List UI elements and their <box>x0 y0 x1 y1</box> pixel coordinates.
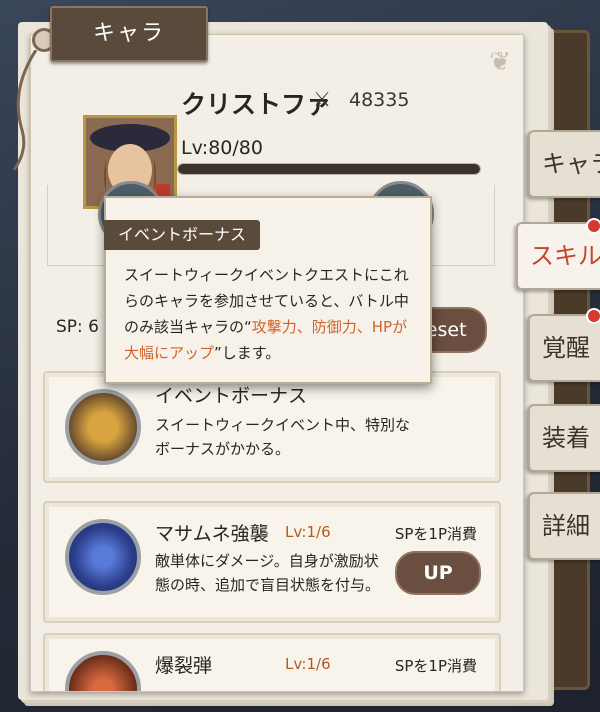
character-level: Lv:80/80 <box>181 137 263 159</box>
tab-character[interactable]: キャラ <box>528 130 600 198</box>
skill-cost: SPを1P消費 <box>394 657 477 675</box>
tab-skill-notification-icon <box>586 218 600 234</box>
skill-up-button[interactable]: UP <box>395 551 481 595</box>
tab-awaken[interactable]: 覚醒 <box>528 314 600 382</box>
tooltip-text: スイートウィークイベントクエストにこれらのキャラを参加させていると、バトル中のみ… <box>124 262 420 366</box>
treasure-chest-icon <box>65 389 141 465</box>
skill-title: イベントボーナス <box>155 385 308 407</box>
tab-awaken-notification-icon <box>586 308 600 324</box>
tab-details[interactable]: 詳細 <box>528 492 600 560</box>
explosion-icon <box>65 651 141 691</box>
level-progress-bar <box>177 163 481 175</box>
skill-title: マサムネ強襲 <box>155 523 269 545</box>
tooltip-text-after: ”します。 <box>214 344 281 362</box>
skill-points: SP: 6 <box>56 317 99 337</box>
string-decoration <box>12 50 38 170</box>
tab-skill[interactable]: スキル <box>516 222 600 290</box>
skill-level: Lv:1/6 <box>285 523 331 541</box>
skill-description: 敵単体にダメージ。自身が激励状態の時、追加で盲目状態を付与。 <box>155 552 381 594</box>
skill-level: Lv:1/6 <box>285 655 331 673</box>
skill-title: 爆裂弾 <box>155 655 213 677</box>
tooltip-title: イベントボーナス <box>104 220 260 250</box>
skill-card-masamune[interactable]: マサムネ強襲 Lv:1/6 SPを1P消費 敵単体にダメージ。自身が激励状態の時… <box>43 501 501 623</box>
corner-ornament-icon: ❦ <box>489 47 511 77</box>
skill-card-bakuretsu[interactable]: 爆裂弾 Lv:1/6 SPを1P消費 <box>43 633 501 691</box>
character-name: クリストファ <box>181 90 332 119</box>
tab-equip[interactable]: 装着 <box>528 404 600 472</box>
skill-cost: SPを1P消費 <box>394 525 477 543</box>
level-progress-fill <box>178 164 480 174</box>
combat-power: 48335 <box>349 89 410 111</box>
skill-description: スイートウィークイベント中、特別なボーナスがかかる。 <box>155 416 411 458</box>
blue-bird-icon <box>65 519 141 595</box>
crossed-swords-icon: ⚔ <box>313 87 331 111</box>
header-tag: キャラ <box>50 6 208 62</box>
event-bonus-tooltip: イベントボーナス スイートウィークイベントクエストにこれらのキャラを参加させてい… <box>104 196 432 384</box>
skill-card-event-bonus[interactable]: イベントボーナス スイートウィークイベント中、特別なボーナスがかかる。 <box>43 371 501 483</box>
